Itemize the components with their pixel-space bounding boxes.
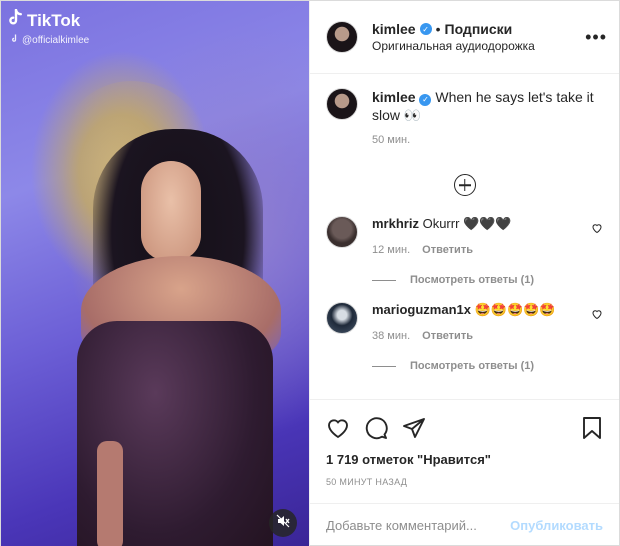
commenter-avatar[interactable] bbox=[326, 302, 358, 334]
load-more-comments[interactable] bbox=[326, 174, 603, 196]
comments-section[interactable]: kimlee ✓ When he says let's take it slow… bbox=[310, 74, 619, 399]
share-icon[interactable] bbox=[402, 416, 426, 440]
speaker-muted-icon bbox=[276, 514, 290, 533]
mute-button[interactable] bbox=[269, 509, 297, 537]
following-button[interactable]: Подписки bbox=[445, 21, 513, 37]
post-timestamp[interactable]: 50 МИНУТ НАЗАД bbox=[326, 477, 603, 487]
publish-button[interactable]: Опубликовать bbox=[510, 518, 603, 533]
caption-time[interactable]: 50 мин. bbox=[372, 134, 603, 146]
add-comment-bar: Опубликовать bbox=[310, 503, 619, 546]
post-sidebar: kimlee ✓ • Подписки Оригинальная аудиодо… bbox=[309, 1, 619, 546]
comment-text: Okurrr 🖤🖤🖤 bbox=[422, 216, 512, 231]
tiktok-handle: @officialkimlee bbox=[22, 34, 90, 46]
author-avatar[interactable] bbox=[326, 21, 358, 53]
view-replies-button[interactable]: Посмотреть ответы (1) bbox=[372, 360, 603, 372]
video-subject-leg bbox=[97, 441, 123, 546]
instagram-post: TikTok @officialkimlee kimlee ✓ • Подпис… bbox=[0, 0, 620, 546]
post-header: kimlee ✓ • Подписки Оригинальная аудиодо… bbox=[310, 1, 619, 74]
replies-line bbox=[372, 279, 396, 281]
post-video[interactable]: TikTok @officialkimlee bbox=[1, 1, 309, 546]
verified-badge-icon: ✓ bbox=[419, 23, 432, 35]
audio-track-link[interactable]: Оригинальная аудиодорожка bbox=[372, 39, 585, 53]
reply-button[interactable]: Ответить bbox=[422, 244, 473, 256]
replies-line bbox=[372, 365, 396, 367]
header-separator: • bbox=[435, 21, 441, 37]
post-actions: 1 719 отметок "Нравится" 50 МИНУТ НАЗАД bbox=[310, 399, 619, 487]
tiktok-watermark: TikTok @officialkimlee bbox=[7, 8, 90, 46]
view-replies-label: Посмотреть ответы (1) bbox=[410, 360, 535, 372]
comment-time[interactable]: 12 мин. bbox=[372, 244, 410, 256]
comment-time[interactable]: 38 мин. bbox=[372, 330, 410, 342]
like-icon[interactable] bbox=[326, 416, 350, 440]
comment-item: marioguzman1x 🤩🤩🤩🤩🤩 38 мин. Ответить bbox=[326, 302, 603, 342]
comment-icon[interactable] bbox=[364, 416, 388, 440]
commenter-avatar[interactable] bbox=[326, 216, 358, 248]
caption-username[interactable]: kimlee bbox=[372, 89, 416, 105]
commenter-username[interactable]: marioguzman1x bbox=[372, 302, 471, 317]
comment-like-icon[interactable] bbox=[591, 308, 603, 320]
likes-count[interactable]: 1 719 отметок "Нравится" bbox=[326, 452, 603, 467]
reply-button[interactable]: Ответить bbox=[422, 330, 473, 342]
comment-text: 🤩🤩🤩🤩🤩 bbox=[474, 302, 556, 317]
author-username[interactable]: kimlee bbox=[372, 21, 416, 37]
bookmark-icon[interactable] bbox=[581, 416, 603, 440]
tiktok-logo-icon bbox=[7, 8, 23, 32]
commenter-username[interactable]: mrkhriz bbox=[372, 216, 419, 231]
caption-avatar[interactable] bbox=[326, 88, 358, 120]
view-replies-label: Посмотреть ответы (1) bbox=[410, 274, 535, 286]
tiktok-small-icon bbox=[11, 34, 19, 46]
view-replies-button[interactable]: Посмотреть ответы (1) bbox=[372, 274, 603, 286]
plus-circle-icon bbox=[453, 174, 476, 196]
video-subject-face bbox=[141, 161, 201, 261]
verified-badge-icon: ✓ bbox=[419, 94, 432, 106]
post-caption: kimlee ✓ When he says let's take it slow… bbox=[326, 74, 603, 146]
comment-item: mrkhriz Okurrr 🖤🖤🖤 12 мин. Ответить bbox=[326, 216, 603, 256]
tiktok-brand-text: TikTok bbox=[27, 10, 81, 30]
comment-like-icon[interactable] bbox=[591, 222, 603, 234]
more-options-button[interactable]: ••• bbox=[585, 27, 607, 48]
comment-input[interactable] bbox=[326, 518, 511, 533]
